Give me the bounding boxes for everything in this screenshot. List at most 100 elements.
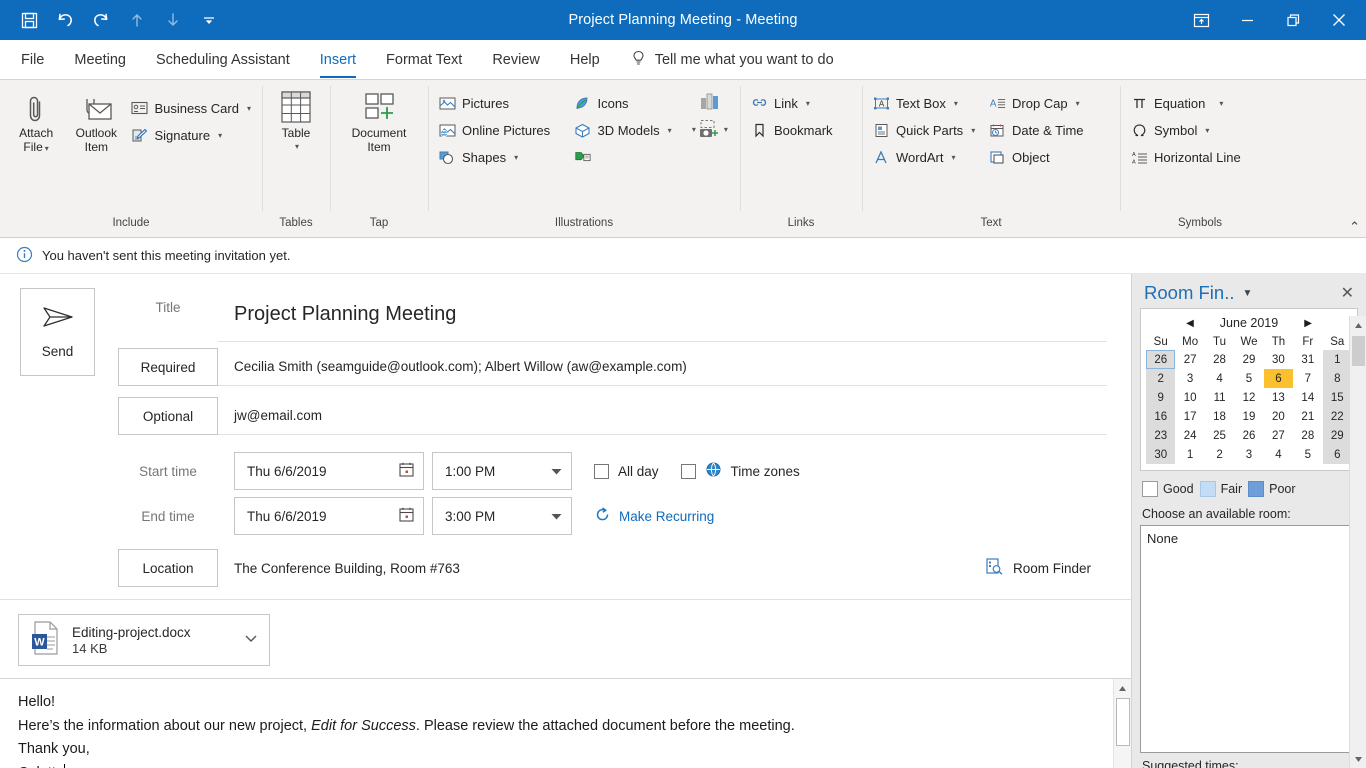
calendar-day[interactable]: 2: [1146, 369, 1175, 388]
calendar-day[interactable]: 17: [1175, 407, 1204, 426]
calendar-day[interactable]: 5: [1293, 445, 1322, 464]
calendar-day[interactable]: 28: [1293, 426, 1322, 445]
calendar-day[interactable]: 7: [1293, 369, 1322, 388]
calendar-day[interactable]: 5: [1234, 369, 1263, 388]
calendar-day[interactable]: 20: [1264, 407, 1293, 426]
symbol-button[interactable]: Symbol ▾: [1126, 118, 1246, 142]
table-button[interactable]: Table ▾: [268, 88, 324, 154]
calendar-day[interactable]: 30: [1264, 350, 1293, 369]
online-pictures-button[interactable]: Online Pictures: [434, 118, 569, 142]
all-day-option[interactable]: All day: [594, 464, 659, 479]
text-box-button[interactable]: A Text Box ▾: [868, 91, 984, 115]
room-finder-scrollbar[interactable]: [1349, 316, 1366, 768]
calendar-grid[interactable]: Su Mo Tu We Th Fr Sa 2627282930311234567…: [1146, 333, 1352, 464]
calendar-day[interactable]: 15: [1323, 388, 1352, 407]
calendar-day[interactable]: 18: [1205, 407, 1234, 426]
calendar-day[interactable]: 23: [1146, 426, 1175, 445]
tab-help[interactable]: Help: [555, 41, 615, 79]
calendar-day[interactable]: 26: [1234, 426, 1263, 445]
calendar-day[interactable]: 11: [1205, 388, 1234, 407]
start-date-input[interactable]: Thu 6/6/2019: [234, 452, 424, 490]
shapes-button[interactable]: Shapes ▾: [434, 145, 569, 169]
room-finder-button[interactable]: Room Finder: [985, 557, 1091, 579]
title-input[interactable]: Project Planning Meeting: [218, 288, 1107, 342]
attach-file-button[interactable]: Attach File▾: [6, 88, 66, 156]
tab-review[interactable]: Review: [477, 41, 555, 79]
calendar-day[interactable]: 19: [1234, 407, 1263, 426]
start-time-input[interactable]: 1:00 PM: [432, 452, 572, 490]
move-down-button[interactable]: [156, 4, 190, 36]
outlook-item-button[interactable]: Outlook Item: [66, 88, 126, 154]
time-zones-option[interactable]: Time zones: [681, 461, 800, 481]
date-navigator[interactable]: ◀ June 2019 ▶ Su Mo Tu We Th Fr Sa: [1140, 308, 1358, 471]
calendar-day[interactable]: 21: [1293, 407, 1322, 426]
calendar-day[interactable]: 8: [1323, 369, 1352, 388]
close-button[interactable]: [1316, 0, 1362, 40]
business-card-button[interactable]: Business Card ▾: [126, 96, 256, 120]
drop-cap-button[interactable]: A Drop Cap ▾: [984, 91, 1114, 115]
equation-button[interactable]: Equation ▾: [1126, 91, 1246, 115]
calendar-day[interactable]: 12: [1234, 388, 1263, 407]
calendar-day[interactable]: 30: [1146, 445, 1175, 464]
end-date-input[interactable]: Thu 6/6/2019: [234, 497, 424, 535]
calendar-day[interactable]: 31: [1293, 350, 1322, 369]
body-vertical-scrollbar[interactable]: [1113, 679, 1131, 768]
tab-file[interactable]: File: [6, 41, 59, 79]
calendar-day[interactable]: 1: [1323, 350, 1352, 369]
ribbon-display-options-button[interactable]: [1178, 0, 1224, 40]
close-icon[interactable]: ✕: [1341, 283, 1358, 303]
collapse-ribbon-button[interactable]: ⌃: [1349, 219, 1360, 235]
scroll-down-arrow-icon[interactable]: [1349, 750, 1366, 768]
tab-insert[interactable]: Insert: [305, 41, 371, 79]
quick-parts-button[interactable]: Quick Parts ▾: [868, 118, 984, 142]
calendar-day[interactable]: 16: [1146, 407, 1175, 426]
tab-scheduling-assistant[interactable]: Scheduling Assistant: [141, 41, 305, 79]
required-button[interactable]: Required: [118, 348, 218, 386]
location-input[interactable]: The Conference Building, Room #763 Room …: [218, 549, 1107, 587]
calendar-day[interactable]: 28: [1205, 350, 1234, 369]
calendar-day[interactable]: 25: [1205, 426, 1234, 445]
body-scroll-thumb[interactable]: [1116, 698, 1130, 746]
calendar-day[interactable]: 27: [1175, 350, 1204, 369]
smartart-button[interactable]: [569, 145, 683, 169]
calendar-day[interactable]: 24: [1175, 426, 1204, 445]
chart-button[interactable]: [684, 90, 734, 114]
calendar-day[interactable]: 9: [1146, 388, 1175, 407]
chevron-down-icon[interactable]: [550, 509, 563, 524]
bookmark-button[interactable]: Bookmark: [746, 118, 838, 142]
tell-me-search[interactable]: Tell me what you want to do: [615, 41, 834, 79]
all-day-checkbox[interactable]: [594, 464, 609, 479]
tab-meeting[interactable]: Meeting: [59, 41, 141, 79]
calendar-day[interactable]: 2: [1205, 445, 1234, 464]
object-button[interactable]: Object: [984, 145, 1114, 169]
calendar-day[interactable]: 3: [1175, 369, 1204, 388]
chevron-down-icon[interactable]: ▼: [1242, 288, 1252, 299]
link-button[interactable]: Link ▾: [746, 91, 838, 115]
available-rooms-list[interactable]: None: [1140, 525, 1358, 753]
calendar-day[interactable]: 29: [1323, 426, 1352, 445]
calendar-picker-icon[interactable]: [398, 461, 415, 481]
screenshot-button[interactable]: ▾ ▾: [684, 117, 734, 141]
horizontal-line-button[interactable]: AA Horizontal Line: [1126, 145, 1246, 169]
calendar-picker-icon[interactable]: [398, 506, 415, 526]
chevron-down-icon[interactable]: [550, 464, 563, 479]
customize-qat-button[interactable]: [192, 4, 226, 36]
redo-button[interactable]: [84, 4, 118, 36]
calendar-day[interactable]: 1: [1175, 445, 1204, 464]
restore-button[interactable]: [1270, 0, 1316, 40]
required-input[interactable]: Cecilia Smith (seamguide@outlook.com); A…: [218, 348, 1107, 386]
calendar-day[interactable]: 13: [1264, 388, 1293, 407]
attachment-item[interactable]: W Editing-project.docx 14 KB: [18, 614, 270, 666]
icons-button[interactable]: Icons: [569, 91, 683, 115]
calendar-day[interactable]: 4: [1264, 445, 1293, 464]
room-finder-scroll-thumb[interactable]: [1352, 336, 1365, 366]
message-body[interactable]: Hello! Here’s the information about our …: [0, 678, 1131, 768]
calendar-day[interactable]: 29: [1234, 350, 1263, 369]
room-list-item[interactable]: None: [1147, 531, 1351, 546]
scroll-up-arrow-icon[interactable]: [1349, 316, 1366, 334]
calendar-day[interactable]: 27: [1264, 426, 1293, 445]
optional-button[interactable]: Optional: [118, 397, 218, 435]
tab-format-text[interactable]: Format Text: [371, 41, 477, 79]
wordart-button[interactable]: WordArt ▾: [868, 145, 984, 169]
pictures-button[interactable]: Pictures: [434, 91, 569, 115]
